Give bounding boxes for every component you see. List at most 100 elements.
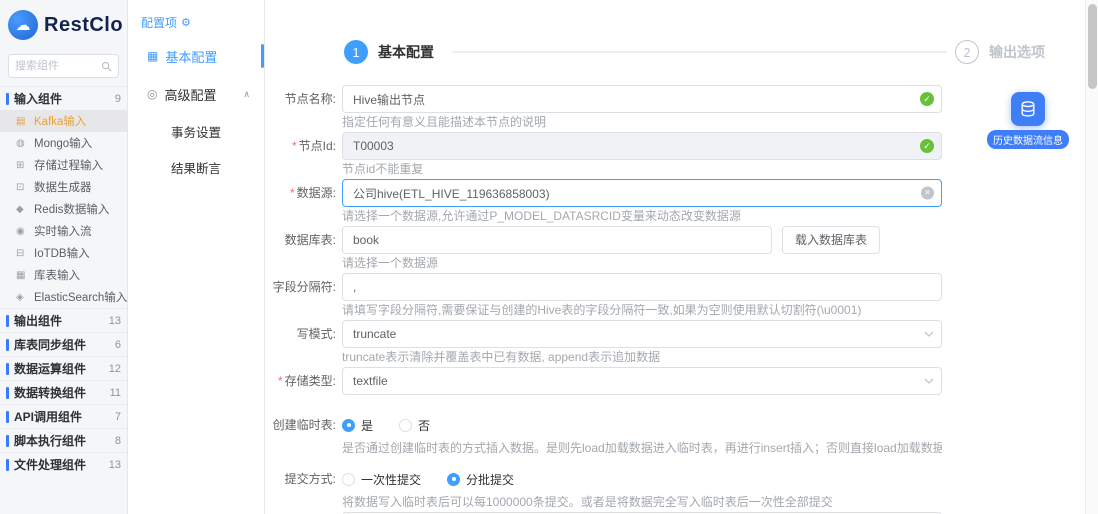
datasource-help: 请选择一个数据源,允许通过P_MODEL_DATASRCID变量来动态改变数据源 xyxy=(342,209,942,223)
data-generator-icon: ⊡ xyxy=(16,182,29,193)
sidebar-item-realtime-stream-input[interactable]: ◉ 实时输入流 xyxy=(0,220,127,242)
sidebar-item-label: Kafka输入 xyxy=(34,113,86,129)
node-id-input xyxy=(342,132,942,160)
radio-commit-batch[interactable]: 分批提交 xyxy=(447,471,514,488)
write-mode-label: 写模式: xyxy=(266,320,342,364)
sidebar-item-data-generator[interactable]: ⊡ 数据生成器 xyxy=(0,176,127,198)
sidebar-item-stored-procedure-input[interactable]: ⊞ 存储过程输入 xyxy=(0,154,127,176)
sidebar-item-mongo-input[interactable]: ◍ Mongo输入 xyxy=(0,132,127,154)
sidebar-section-data-compute-components[interactable]: 数据运算组件 12 xyxy=(0,356,127,380)
stored-procedure-icon: ⊞ xyxy=(16,160,29,171)
storage-type-select[interactable] xyxy=(342,367,942,395)
field-delimiter-label: 字段分隔符: xyxy=(266,273,342,317)
chevron-down-icon xyxy=(924,378,934,384)
form-row-datasource: *数据源: × 请选择一个数据源,允许通过P_MODEL_DATASRCID变量… xyxy=(266,179,1085,223)
sidebar-item-label: 数据生成器 xyxy=(34,179,92,195)
load-tables-button[interactable]: 载入数据库表 xyxy=(782,226,880,254)
config-sub-label: 事务设置 xyxy=(171,122,221,141)
required-asterisk: * xyxy=(292,139,297,153)
sidebar-item-elasticsearch-input[interactable]: ◈ ElasticSearch输入 xyxy=(0,286,127,308)
database-table-input[interactable] xyxy=(342,226,772,254)
config-sub-transaction-settings[interactable]: 事务设置 xyxy=(129,113,264,149)
config-panel: 配置项 ⚙ ▦ 基本配置 ◎ 高级配置 ∧ 事务设置 结果断言 xyxy=(129,0,265,514)
sidebar-section-file-process-components[interactable]: 文件处理组件 13 xyxy=(0,452,127,476)
section-count-badge: 6 xyxy=(115,339,121,351)
config-tab-basic[interactable]: ▦ 基本配置 xyxy=(129,37,264,75)
section-accent-bar xyxy=(6,459,9,471)
section-label: 库表同步组件 xyxy=(14,336,111,353)
sidebar-section-script-exec-components[interactable]: 脚本执行组件 8 xyxy=(0,428,127,452)
sidebar-section-input-components[interactable]: 输入组件 9 xyxy=(0,86,127,110)
scrollbar-thumb[interactable] xyxy=(1088,4,1097,89)
form-row-field-delimiter: 字段分隔符: 请填写字段分隔符,需要保证与创建的Hive表的字段分隔符一致,如果… xyxy=(266,273,1085,317)
radio-selected-icon xyxy=(447,473,460,486)
form-row-database-table: 数据库表: 载入数据库表 请选择一个数据源 xyxy=(266,226,1085,270)
sidebar-item-label: IoTDB输入 xyxy=(34,245,90,261)
success-check-icon: ✓ xyxy=(920,92,934,106)
section-count-badge: 7 xyxy=(115,411,121,423)
search-icon xyxy=(101,61,112,72)
node-name-help: 指定任何有意义且能描述本节点的说明 xyxy=(342,115,942,129)
form-row-storage-type: *存储类型: xyxy=(266,367,1085,395)
section-count-badge: 11 xyxy=(110,387,121,399)
config-tab-advanced[interactable]: ◎ 高级配置 ∧ xyxy=(129,75,264,113)
component-search-box[interactable] xyxy=(8,54,119,78)
iotdb-icon: ⊟ xyxy=(16,248,29,259)
sidebar-item-label: 存储过程输入 xyxy=(34,157,103,173)
form-row-create-temp-table: 创建临时表: 是 否 是否通过创建临时表的方式插入数据。是则先load加载数据进… xyxy=(266,411,1085,455)
vertical-scrollbar[interactable] xyxy=(1085,0,1098,514)
history-dataflow-widget[interactable]: 历史数据流信息 xyxy=(987,92,1069,149)
radio-selected-icon xyxy=(342,419,355,432)
sidebar-section-output-components[interactable]: 输出组件 13 xyxy=(0,308,127,332)
step-2-label: 输出选项 xyxy=(989,42,1045,62)
gear-icon[interactable]: ⚙ xyxy=(181,16,191,29)
section-accent-bar xyxy=(6,363,9,375)
clear-icon[interactable]: × xyxy=(921,187,934,200)
sidebar-item-iotdb-input[interactable]: ⊟ IoTDB输入 xyxy=(0,242,127,264)
radio-option-label: 是 xyxy=(361,417,373,434)
section-label: 输入组件 xyxy=(14,90,111,107)
node-name-input[interactable] xyxy=(342,85,942,113)
radio-temp-table-yes[interactable]: 是 xyxy=(342,417,373,434)
section-label: 脚本执行组件 xyxy=(14,432,111,449)
sidebar-item-redis-input[interactable]: ◆ Redis数据输入 xyxy=(0,198,127,220)
section-label: API调用组件 xyxy=(14,408,111,425)
datasource-label: *数据源: xyxy=(266,179,342,223)
sidebar-item-table-input[interactable]: ▦ 库表输入 xyxy=(0,264,127,286)
datasource-select[interactable] xyxy=(342,179,942,207)
table-input-icon: ▦ xyxy=(16,270,29,281)
sidebar-item-label: ElasticSearch输入 xyxy=(34,289,127,305)
sidebar-section-data-transform-components[interactable]: 数据转换组件 11 xyxy=(0,380,127,404)
create-temp-table-help: 是否通过创建临时表的方式插入数据。是则先load加载数据进入临时表，再进行ins… xyxy=(342,441,942,455)
storage-type-label: *存储类型: xyxy=(266,367,342,395)
commit-mode-label: 提交方式: xyxy=(266,465,342,509)
radio-temp-table-no[interactable]: 否 xyxy=(399,417,430,434)
field-label-text: 写模式: xyxy=(297,327,336,341)
config-tab-label: 高级配置 xyxy=(164,85,216,104)
sidebar-section-table-sync-components[interactable]: 库表同步组件 6 xyxy=(0,332,127,356)
component-sidebar: ☁ RestClo 输入组件 9 ▤ Kafka输入 ◍ Mongo输入 ⊞ 存… xyxy=(0,0,128,514)
form-row-node-name: 节点名称: ✓ 指定任何有意义且能描述本节点的说明 xyxy=(266,85,1085,129)
radio-option-label: 一次性提交 xyxy=(361,471,421,488)
node-name-label: 节点名称: xyxy=(266,85,342,129)
section-label: 输出组件 xyxy=(14,312,105,329)
chevron-up-icon: ∧ xyxy=(243,89,250,100)
section-accent-bar xyxy=(6,315,9,327)
radio-commit-once[interactable]: 一次性提交 xyxy=(342,471,421,488)
section-accent-bar xyxy=(6,411,9,423)
commit-mode-help: 将数据写入临时表后可以每1000000条提交。或者是将数据完全写入临时表后一次性… xyxy=(342,495,942,509)
component-search-input[interactable] xyxy=(15,60,101,72)
field-delimiter-input[interactable] xyxy=(342,273,942,301)
section-count-badge: 8 xyxy=(115,435,121,447)
config-sub-result-assertion[interactable]: 结果断言 xyxy=(129,149,264,185)
basic-config-form: 节点名称: ✓ 指定任何有意义且能描述本节点的说明 *节点Id: ✓ xyxy=(266,85,1085,514)
write-mode-select[interactable] xyxy=(342,320,942,348)
sidebar-section-api-call-components[interactable]: API调用组件 7 xyxy=(0,404,127,428)
sidebar-item-label: 实时输入流 xyxy=(34,223,92,239)
redis-icon: ◆ xyxy=(16,204,29,215)
mongo-icon: ◍ xyxy=(16,138,29,149)
create-temp-table-label: 创建临时表: xyxy=(266,411,342,455)
kafka-icon: ▤ xyxy=(16,116,29,127)
history-dataflow-icon[interactable] xyxy=(1011,92,1045,126)
sidebar-item-kafka-input[interactable]: ▤ Kafka输入 xyxy=(0,110,127,132)
